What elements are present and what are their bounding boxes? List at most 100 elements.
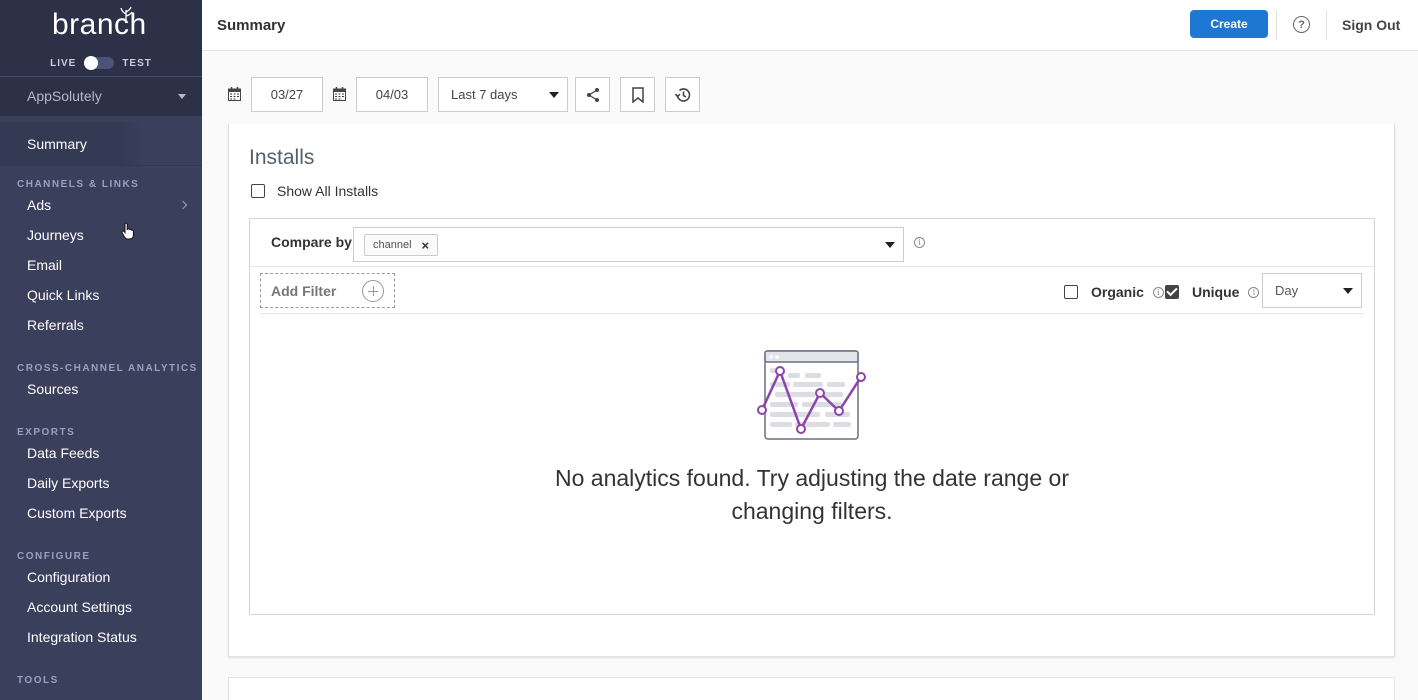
empty-chart-illustration-icon [757,350,866,440]
calendar-icon[interactable] [333,87,346,101]
plus-circle-icon [362,279,384,302]
filter-row: Add Filter Organic i Unique i Day [250,267,1374,314]
sidebar-item-ads[interactable]: Ads [0,190,202,220]
sprout-icon [120,6,133,22]
info-icon[interactable]: i [1248,286,1260,298]
create-button[interactable]: Create [1190,10,1268,38]
next-card [228,677,1395,700]
sidebar-nav: Summary CHANNELS & LINKS Ads Journeys Em… [0,122,202,686]
divider [1326,10,1327,40]
app-name: AppSolutely [27,88,102,104]
sidebar-item-configuration[interactable]: Configuration [0,562,202,592]
show-all-installs-checkbox[interactable]: Show All Installs [251,183,378,199]
env-toggle-row: LIVE TEST [0,56,202,70]
add-filter-button[interactable]: Add Filter [260,273,395,308]
unique-checkbox[interactable] [1165,285,1179,299]
checkbox[interactable] [251,184,265,198]
remove-chip-icon[interactable]: × [422,238,430,253]
channel-chip: channel × [364,234,439,256]
chevron-down-icon [1343,287,1353,294]
sign-out-link[interactable]: Sign Out [1342,17,1400,33]
installs-card: Installs Show All Installs Compare by ch… [228,124,1395,657]
env-live-label: LIVE [50,57,77,69]
history-icon [674,87,690,102]
info-icon[interactable]: i [914,237,925,248]
sidebar-item-quick-links[interactable]: Quick Links [0,280,202,310]
share-icon [586,87,599,102]
compare-row: Compare by channel × i [250,219,1374,267]
env-toggle[interactable] [84,56,115,70]
compare-by-label: Compare by [271,234,352,250]
app-selector[interactable]: AppSolutely [27,88,192,104]
sidebar-item-label: Daily Exports [27,475,110,491]
sidebar-item-email[interactable]: Email [0,250,202,280]
chevron-right-icon [178,200,188,210]
section-title-configure: CONFIGURE [17,551,91,562]
unique-option[interactable]: Unique i [1165,284,1260,300]
empty-state-message: No analytics found. Try adjusting the da… [555,465,1069,524]
sidebar-item-journeys[interactable]: Journeys [0,220,202,250]
sidebar-item-referrals[interactable]: Referrals [0,310,202,340]
show-all-label: Show All Installs [277,183,379,199]
toggle-knob [84,56,99,70]
bookmark-button[interactable] [620,77,655,112]
sidebar-item-label: Configuration [27,569,111,585]
bookmark-icon [631,86,644,103]
add-filter-label: Add Filter [271,282,337,299]
interval-select[interactable]: Day [1262,273,1362,308]
sidebar-item-label: Ads [27,197,52,213]
organic-option[interactable]: Organic i [1064,284,1164,300]
date-toolbar: 03/27 04/03 Last 7 days [228,77,708,112]
sidebar-item-label: Referrals [27,317,84,333]
organic-label: Organic [1091,284,1144,300]
sidebar-item-daily-exports[interactable]: Daily Exports [0,468,202,498]
nav-gap [0,652,202,662]
section-title-analytics: CROSS-CHANNEL ANALYTICS [17,363,198,374]
nav-gap [0,340,202,350]
sidebar-item-label: Email [27,257,63,273]
installs-panel: Compare by channel × i Add Filter Organi… [249,218,1375,615]
hand-cursor-icon [121,222,134,240]
sidebar-item-label: Summary [27,135,87,152]
sidebar-item-label: Custom Exports [27,505,127,521]
info-icon[interactable]: i [1152,286,1164,298]
end-date-input[interactable]: 04/03 [356,77,428,112]
chevron-down-icon [178,93,186,99]
sidebar-header: branch LIVE TEST AppSolutely [0,0,202,116]
sidebar-item-label: Account Settings [27,599,133,615]
unique-label: Unique [1192,284,1240,300]
top-header: Summary Create ? Sign Out [202,0,1418,51]
card-title: Installs [249,146,315,169]
calendar-icon[interactable] [228,87,241,101]
share-button[interactable] [575,77,610,112]
sidebar-item-custom-exports[interactable]: Custom Exports [0,498,202,528]
nav-gap [0,404,202,414]
sidebar-item-summary[interactable]: Summary [0,122,202,166]
start-date-input[interactable]: 03/27 [251,77,323,112]
section-title-channels: CHANNELS & LINKS [17,179,140,190]
sidebar: branch LIVE TEST AppSolutely Summary CHA… [0,0,202,700]
sidebar-item-sources[interactable]: Sources [0,374,202,404]
branch-logo[interactable]: branch [52,6,147,42]
date-range-select[interactable]: Last 7 days [438,77,568,112]
date-range-value: Last 7 days [451,87,518,102]
history-button[interactable] [665,77,700,112]
organic-checkbox[interactable] [1064,285,1078,299]
help-icon[interactable]: ? [1293,16,1310,33]
sidebar-item-label: Journeys [27,227,84,243]
divider [260,313,1364,314]
compare-by-select[interactable]: channel × [353,227,904,262]
divider [1276,10,1277,40]
section-title-exports: EXPORTS [17,427,76,438]
sidebar-item-account-settings[interactable]: Account Settings [0,592,202,622]
sidebar-item-label: Quick Links [27,287,100,303]
chip-label: channel [373,239,412,251]
sidebar-item-label: Sources [27,381,79,397]
section-title-tools: TOOLS [17,675,59,686]
chevron-down-icon [549,91,559,98]
env-test-label: TEST [122,57,152,69]
sidebar-item-integration-status[interactable]: Integration Status [0,622,202,652]
sidebar-item-label: Integration Status [27,629,137,645]
sidebar-item-data-feeds[interactable]: Data Feeds [0,438,202,468]
nav-gap [0,528,202,538]
